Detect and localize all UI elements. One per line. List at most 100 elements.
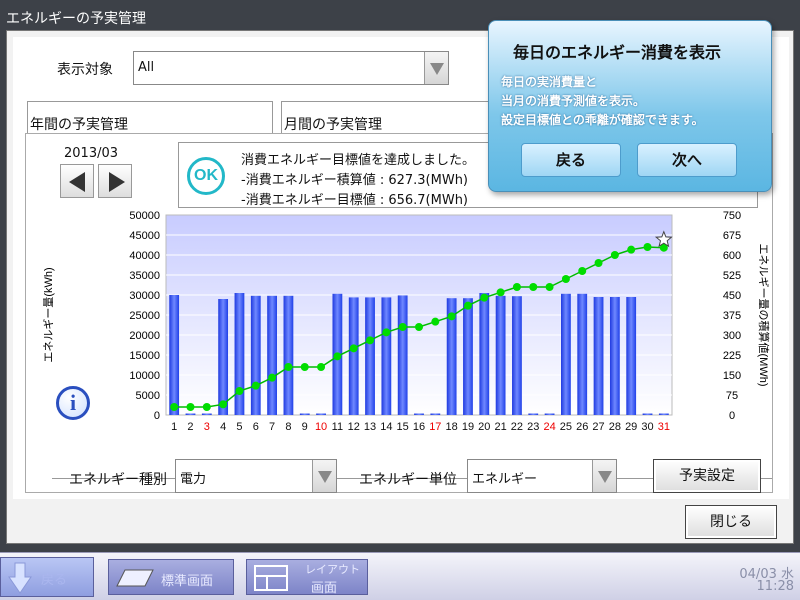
standard-label: 標準画面 [161, 574, 214, 589]
chevron-down-icon[interactable] [424, 52, 448, 84]
y2-tick-label: 225 [723, 350, 741, 362]
x-tick-label: 22 [511, 421, 523, 433]
popup-next-button[interactable]: 次へ [637, 143, 737, 177]
energy-type-select[interactable]: 電力 [175, 459, 337, 493]
x-tick-label: 4 [220, 421, 226, 433]
tab-yearly[interactable]: 年間の予実管理 [27, 101, 273, 135]
y2-tick-label: 0 [729, 410, 735, 422]
chevron-down-icon[interactable] [312, 460, 336, 492]
cumulative-point [610, 251, 619, 259]
message-line-1: 消費エネルギー目標値を達成しました。 [241, 153, 476, 168]
bar-day-24 [544, 413, 555, 415]
y-tick-label: 25000 [129, 310, 160, 322]
x-tick-label: 1 [171, 421, 177, 433]
cumulative-point [627, 245, 636, 254]
bar-day-21 [495, 295, 506, 415]
bar-day-12 [348, 297, 359, 415]
filter-label: 表示対象 [57, 62, 113, 78]
x-tick-label: 31 [658, 421, 670, 433]
x-tick-label: 19 [462, 421, 474, 433]
x-tick-label: 10 [315, 421, 327, 433]
x-tick-label: 7 [269, 421, 275, 433]
x-tick-label: 18 [446, 421, 458, 433]
cumulative-point [284, 363, 293, 371]
cumulative-point [235, 387, 244, 395]
bar-day-26 [577, 293, 588, 415]
layout-label-2: 画面 [311, 581, 338, 596]
cumulative-point [186, 403, 195, 411]
bar-day-29 [626, 297, 637, 415]
energy-unit-label: エネルギー単位 [359, 472, 457, 488]
cumulative-point [529, 283, 538, 291]
bar-day-10 [316, 413, 326, 415]
back-button[interactable]: 戻る [0, 557, 94, 597]
close-button[interactable]: 閉じる [685, 505, 777, 539]
bar-day-17 [430, 413, 441, 415]
bar-day-30 [642, 413, 653, 415]
y-tick-label: 20000 [129, 330, 160, 342]
x-tick-label: 24 [543, 421, 555, 433]
cumulative-point [594, 259, 603, 267]
cumulative-point [251, 381, 260, 390]
y-tick-label: 15000 [129, 350, 160, 362]
budget-settings-button[interactable]: 予実設定 [653, 459, 761, 493]
y-tick-label: 0 [154, 410, 160, 422]
time-display: 11:28 [756, 579, 794, 594]
info-icon[interactable]: i [56, 386, 90, 420]
y2-tick-label: 525 [723, 270, 741, 282]
screen-icon [116, 569, 154, 587]
y-tick-label: 40000 [129, 250, 160, 262]
layout-screen-button[interactable]: レイアウト 画面 [246, 559, 368, 596]
layout-label-1: レイアウト [305, 563, 360, 576]
x-tick-label: 3 [204, 421, 210, 433]
x-tick-label: 12 [348, 421, 360, 433]
x-tick-label: 26 [576, 421, 588, 433]
y2-tick-label: 75 [726, 390, 738, 402]
cumulative-point [268, 373, 277, 382]
bar-day-4 [218, 299, 229, 415]
next-month-button[interactable] [98, 164, 132, 198]
x-tick-label: 29 [625, 421, 637, 433]
chevron-down-icon[interactable] [592, 460, 616, 492]
x-tick-label: 6 [253, 421, 259, 433]
cumulative-point [512, 283, 521, 291]
x-tick-label: 17 [429, 421, 441, 433]
x-tick-label: 13 [364, 421, 376, 433]
prev-month-button[interactable] [60, 164, 94, 198]
popup-body-1: 毎日の実消費量と [501, 75, 598, 89]
energy-unit-select[interactable]: エネルギー [467, 459, 617, 493]
message-line-3: -消費エネルギー目標値 : 656.7(MWh) [241, 193, 469, 208]
y2-axis-label: エネルギー量の積算値(MWh) [757, 244, 771, 387]
cumulative-point [382, 328, 391, 337]
x-tick-label: 14 [380, 421, 392, 433]
cumulative-point [447, 312, 456, 321]
cumulative-point [545, 283, 554, 291]
y-tick-label: 50000 [129, 210, 160, 222]
arrow-down-icon [8, 562, 32, 594]
standard-screen-button[interactable]: 標準画面 [108, 559, 234, 595]
cumulative-point [561, 275, 570, 283]
y2-tick-label: 600 [723, 250, 741, 262]
y2-tick-label: 300 [723, 330, 741, 342]
cumulative-point [202, 403, 211, 411]
bar-day-19 [463, 298, 473, 415]
window-title: エネルギーの予実管理 [6, 11, 146, 27]
cumulative-point [219, 400, 228, 409]
filter-value: All [138, 60, 155, 75]
filter-select[interactable]: All [133, 51, 449, 85]
y-tick-label: 30000 [129, 290, 160, 302]
cumulative-point [643, 243, 652, 251]
cumulative-point [170, 403, 179, 411]
bar-day-14 [381, 297, 392, 415]
popup-title: 毎日のエネルギー消費を表示 [513, 43, 722, 62]
x-tick-label: 11 [332, 421, 343, 433]
x-tick-label: 25 [560, 421, 572, 433]
x-tick-label: 27 [592, 421, 604, 433]
popup-back-button[interactable]: 戻る [521, 143, 621, 177]
y2-tick-label: 150 [723, 370, 741, 382]
cumulative-point [415, 323, 423, 331]
x-tick-label: 23 [527, 421, 539, 433]
y-tick-label: 35000 [129, 270, 160, 282]
arrow-right-icon [109, 172, 125, 192]
bar-day-5 [234, 293, 245, 415]
